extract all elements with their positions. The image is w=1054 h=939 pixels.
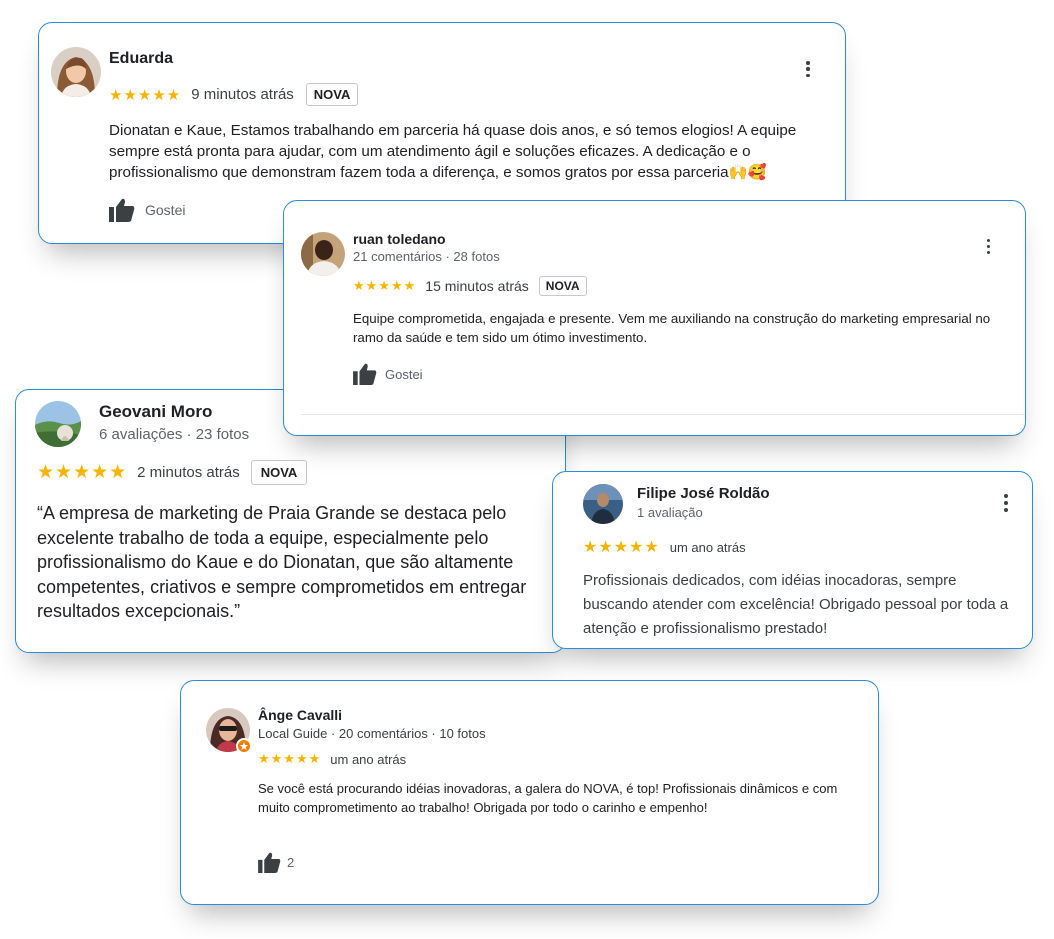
review-time: 9 minutos atrás <box>191 86 294 103</box>
review-time: um ano atrás <box>669 539 746 555</box>
star-rating: ★★★★★ <box>37 462 128 483</box>
avatar[interactable] <box>206 708 252 754</box>
reviewer-name[interactable]: ruan toledano <box>353 231 446 247</box>
star-rating: ★★★★★ <box>109 86 182 104</box>
review-card-ange: Ânge Cavalli Local Guide · 20 comentário… <box>180 680 879 905</box>
rating-row: ★★★★★ um ano atrás <box>583 537 746 557</box>
review-card-ruan: ruan toledano 21 comentários · 28 fotos … <box>283 200 1026 436</box>
divider <box>301 414 1025 415</box>
like-button[interactable]: Gostei <box>109 198 185 222</box>
avatar[interactable] <box>583 484 623 524</box>
new-badge: NOVA <box>538 276 587 296</box>
like-label: Gostei <box>385 366 423 382</box>
reviewer-name[interactable]: Eduarda <box>109 50 173 68</box>
like-label: Gostei <box>145 202 186 218</box>
reviewer-meta: 21 comentários · 28 fotos <box>353 249 500 264</box>
like-button[interactable]: Gostei <box>353 363 423 385</box>
reviewer-name[interactable]: Filipe José Roldão <box>637 485 770 502</box>
more-vertical-icon[interactable] <box>985 239 991 254</box>
thumbs-up-icon <box>258 852 281 873</box>
review-time: 15 minutos atrás <box>425 278 529 294</box>
reviewer-meta: Local Guide · 20 comentários · 10 fotos <box>258 726 486 741</box>
review-text: Equipe comprometida, engajada e presente… <box>353 311 991 345</box>
review-time: um ano atrás <box>330 751 407 767</box>
thumbs-up-icon <box>353 363 377 385</box>
review-time: 2 minutos atrás <box>137 464 240 481</box>
star-rating: ★★★★★ <box>353 278 417 293</box>
review-text: “A empresa de marketing de Praia Grande … <box>37 503 527 621</box>
rating-row: ★★★★★ um ano atrás <box>258 751 406 767</box>
reviewer-name[interactable]: Geovani Moro <box>99 402 212 422</box>
review-card-filipe: Filipe José Roldão 1 avaliação ★★★★★ um … <box>552 471 1033 649</box>
review-text: Se você está procurando idéias inovadora… <box>258 781 838 815</box>
like-count: 2 <box>287 855 295 870</box>
review-text: Dionatan e Kaue, Estamos trabalhando em … <box>109 122 797 181</box>
new-badge: NOVA <box>250 460 308 485</box>
thumbs-up-icon <box>109 198 135 222</box>
rating-row: ★★★★★ 15 minutos atrás NOVA <box>353 276 587 296</box>
like-button[interactable]: 2 <box>258 852 294 873</box>
more-vertical-icon[interactable] <box>1003 494 1009 512</box>
star-rating: ★★★★★ <box>583 539 660 556</box>
review-text: Profissionais dedicados, com idéias inoc… <box>583 572 1009 637</box>
rating-row: ★★★★★ 2 minutos atrás NOVA <box>37 460 308 485</box>
reviewer-meta: 6 avaliações · 23 fotos <box>99 426 250 443</box>
local-guide-icon <box>236 738 252 754</box>
avatar[interactable] <box>51 47 101 97</box>
star-rating: ★★★★★ <box>258 751 322 766</box>
rating-row: ★★★★★ 9 minutos atrás NOVA <box>109 83 359 106</box>
reviewer-name[interactable]: Ânge Cavalli <box>258 707 342 723</box>
new-badge: NOVA <box>305 83 359 106</box>
avatar[interactable] <box>35 401 81 447</box>
reviewer-meta: 1 avaliação <box>637 505 703 520</box>
avatar[interactable] <box>301 232 345 276</box>
more-vertical-icon[interactable] <box>805 61 811 77</box>
